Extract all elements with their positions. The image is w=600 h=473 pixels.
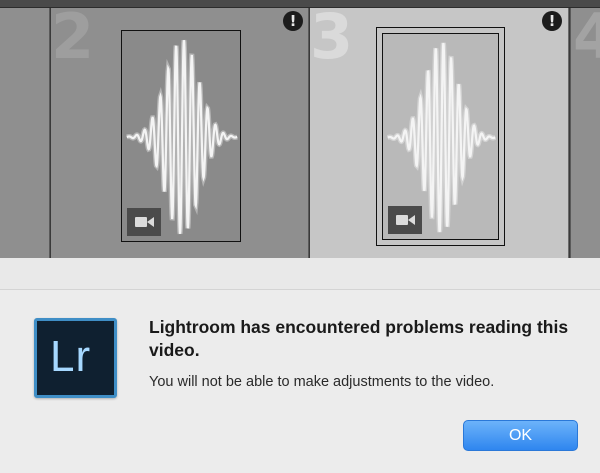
cell-index-number: 3: [310, 8, 354, 73]
cell-index-number: 4: [573, 8, 600, 68]
error-dialog: Lr Lightroom has encountered problems re…: [0, 258, 600, 473]
dialog-titlebar[interactable]: [0, 258, 600, 290]
exclamation-circle-icon[interactable]: !: [283, 11, 303, 31]
grid-cell-1[interactable]: [0, 8, 50, 258]
cell-index-number: 2: [51, 8, 95, 73]
video-camera-icon: [127, 208, 161, 236]
grid-cell-3-selected[interactable]: 3 !: [310, 8, 569, 258]
app-icon-label: Lr: [50, 332, 92, 381]
grid-toolbar-edge: [0, 0, 600, 8]
dialog-title: Lightroom has encountered problems readi…: [149, 317, 569, 360]
video-thumbnail[interactable]: [121, 30, 241, 242]
video-camera-icon: [388, 206, 422, 234]
grid-view: 2 ! 3 ! 4: [0, 0, 600, 258]
exclamation-circle-icon[interactable]: !: [542, 11, 562, 31]
grid-cell-4[interactable]: 4: [570, 8, 600, 258]
video-thumbnail[interactable]: [382, 33, 499, 240]
dialog-message: You will not be able to make adjustments…: [149, 374, 495, 390]
grid-cell-2[interactable]: 2 !: [51, 8, 309, 258]
ok-button[interactable]: OK: [463, 420, 578, 451]
lightroom-app-icon: Lr: [34, 318, 117, 398]
